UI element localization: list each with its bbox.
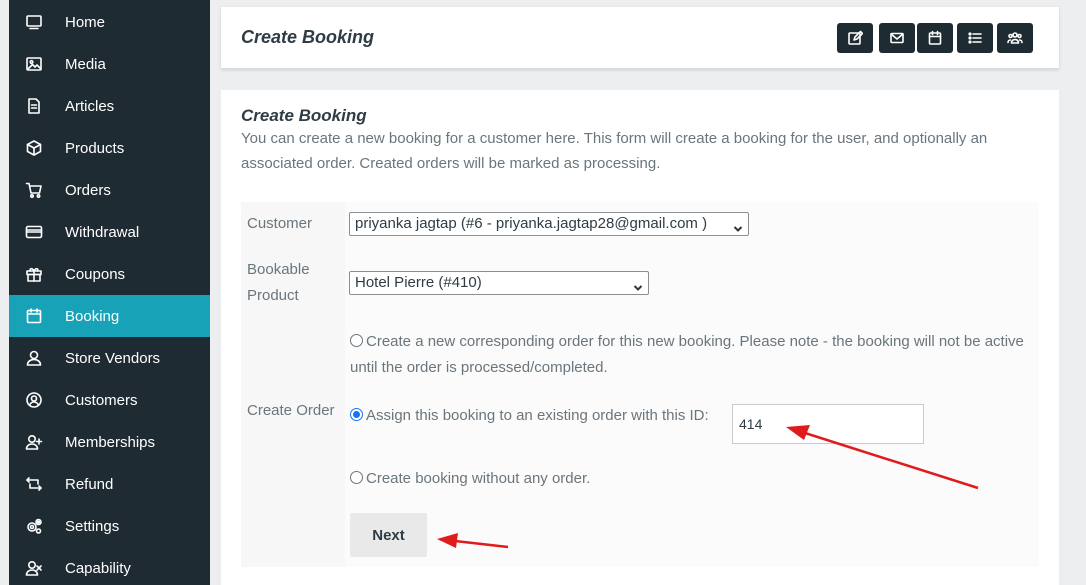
page-title: Create Booking <box>241 27 375 47</box>
calendar-icon <box>25 307 43 325</box>
sidebar-item-label: Coupons <box>65 265 126 283</box>
page-header: Create Booking <box>221 7 1059 69</box>
new-order-text: Create a new corresponding order for thi… <box>350 333 1024 376</box>
sidebar-item-home[interactable]: Home <box>9 1 210 43</box>
bookable-product-label: Bookable Product <box>247 261 310 304</box>
create-order-label: Create Order <box>247 402 335 419</box>
existing-order-id-input[interactable]: 414 <box>732 404 924 444</box>
sidebar-item-label: Refund <box>65 475 114 493</box>
sidebar-item-label: Products <box>65 139 125 157</box>
sidebar-item-label: Articles <box>65 97 115 115</box>
option-no-order[interactable]: Create booking without any order. <box>350 466 590 492</box>
sidebar-item-label: Withdrawal <box>65 223 140 241</box>
gears-icon <box>25 517 43 535</box>
edit-icon <box>848 30 863 45</box>
form-description: You can create a new booking for a custo… <box>241 130 988 172</box>
sidebar-item-booking[interactable]: Booking <box>9 295 210 337</box>
option-new-order[interactable]: Create a new corresponding order for thi… <box>350 329 1030 381</box>
sidebar-item-label: Settings <box>65 517 120 535</box>
calendar-icon <box>928 30 942 45</box>
sidebar-item-media[interactable]: Media <box>9 43 210 85</box>
credit-card-icon <box>25 223 43 241</box>
booking-form: Customer priyanka jagtap (#6 - priyanka.… <box>241 202 1039 567</box>
next-button[interactable]: Next <box>350 513 427 557</box>
customer-select[interactable]: priyanka jagtap (#6 - priyanka.jagtap28@… <box>349 212 749 236</box>
new-order-radio[interactable] <box>350 334 363 347</box>
messages-button[interactable] <box>879 23 915 53</box>
image-icon <box>25 55 43 73</box>
sidebar: Home Media Articles Products Orders With… <box>0 0 210 585</box>
sidebar-item-refund[interactable]: Refund <box>9 463 210 505</box>
gift-icon <box>25 265 43 283</box>
sidebar-item-label: Customers <box>65 391 138 409</box>
user-circle-icon <box>25 391 43 409</box>
sidebar-item-products[interactable]: Products <box>9 127 210 169</box>
user-plus-icon <box>25 433 43 451</box>
sidebar-item-orders[interactable]: Orders <box>9 169 210 211</box>
chevron-down-icon <box>733 219 743 232</box>
sidebar-item-capability[interactable]: Capability <box>9 547 210 585</box>
document-icon <box>25 97 43 115</box>
user-icon <box>25 349 43 367</box>
existing-order-text: Assign this booking to an existing order… <box>366 407 709 424</box>
sidebar-item-label: Media <box>65 55 106 73</box>
list-button[interactable] <box>957 23 993 53</box>
create-booking-panel: Create Booking You can create a new book… <box>221 90 1059 585</box>
calendar-button[interactable] <box>917 23 953 53</box>
option-existing-order[interactable]: Assign this booking to an existing order… <box>350 403 709 429</box>
no-order-text: Create booking without any order. <box>366 470 591 487</box>
existing-order-radio[interactable] <box>350 408 363 421</box>
refund-icon <box>25 475 43 493</box>
sidebar-item-label: Capability <box>65 559 131 577</box>
no-order-radio[interactable] <box>350 471 363 484</box>
envelope-icon <box>890 32 904 44</box>
edit-button[interactable] <box>837 23 873 53</box>
sidebar-item-articles[interactable]: Articles <box>9 85 210 127</box>
customer-label: Customer <box>247 215 313 232</box>
product-select-value: Hotel Pierre (#410) <box>355 274 482 291</box>
sidebar-item-label: Store Vendors <box>65 349 161 367</box>
sidebar-item-memberships[interactable]: Memberships <box>9 421 210 463</box>
sidebar-item-label: Booking <box>65 307 120 325</box>
monitor-icon <box>25 13 43 31</box>
sidebar-item-settings[interactable]: Settings <box>9 505 210 547</box>
users-icon <box>1007 32 1023 44</box>
sidebar-item-customers[interactable]: Customers <box>9 379 210 421</box>
box-icon <box>25 139 43 157</box>
cart-icon <box>25 181 43 199</box>
list-icon <box>968 32 982 44</box>
sidebar-item-label: Memberships <box>65 433 156 451</box>
chevron-down-icon <box>633 278 643 291</box>
sidebar-item-coupons[interactable]: Coupons <box>9 253 210 295</box>
users-button[interactable] <box>997 23 1033 53</box>
sidebar-item-withdrawal[interactable]: Withdrawal <box>9 211 210 253</box>
form-title: Create Booking <box>241 106 367 125</box>
customer-select-value: priyanka jagtap (#6 - priyanka.jagtap28@… <box>355 215 708 232</box>
form-values-column <box>345 202 1039 567</box>
sidebar-item-label: Orders <box>65 181 111 199</box>
user-x-icon <box>25 559 43 577</box>
sidebar-item-store-vendors[interactable]: Store Vendors <box>9 337 210 379</box>
sidebar-item-label: Home <box>65 13 106 31</box>
bookable-product-select[interactable]: Hotel Pierre (#410) <box>349 271 649 295</box>
